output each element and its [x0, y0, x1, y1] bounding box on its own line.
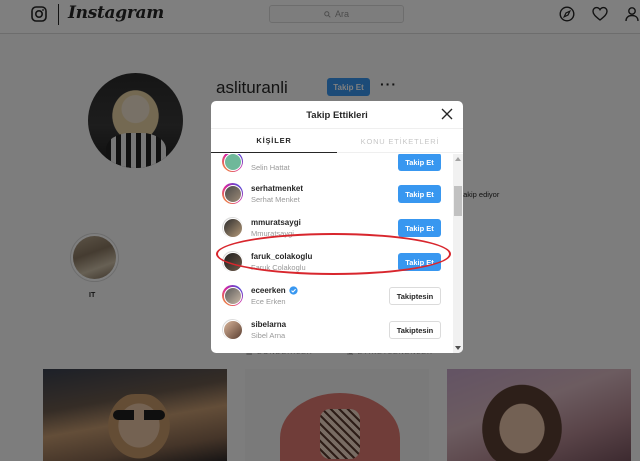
close-icon[interactable] [440, 107, 454, 121]
username-text[interactable]: sibelarna [251, 320, 286, 329]
avatar[interactable] [222, 217, 243, 238]
avatar[interactable] [222, 183, 243, 204]
account-username[interactable]: eceerken [251, 286, 298, 295]
list-item[interactable]: sibelarna Sibel Arna Takiptesin [211, 312, 451, 346]
account-username[interactable]: serhatmenket [251, 184, 303, 193]
scroll-up-arrow-icon[interactable] [455, 157, 461, 161]
username-text[interactable]: faruk_colakoglu [251, 252, 312, 261]
account-username[interactable]: mmuratsaygi [251, 218, 301, 227]
avatar[interactable] [222, 154, 243, 172]
avatar[interactable] [222, 285, 243, 306]
follow-button[interactable]: Takip Et [398, 253, 441, 271]
scrollbar-thumb[interactable] [454, 186, 462, 216]
account-full-name: Faruk Colakoglu [251, 263, 306, 272]
list-item[interactable]: mmuratsaygi Mmuratsaygi Takip Et [211, 210, 451, 244]
account-full-name: Sibel Arna [251, 331, 286, 340]
modal-title: Takip Ettikleri [306, 110, 368, 121]
avatar[interactable] [222, 319, 243, 340]
list-item[interactable]: eceerken Ece Erken Takiptesin [211, 278, 451, 312]
scroll-down-arrow-icon[interactable] [455, 346, 461, 350]
username-text[interactable]: mmuratsaygi [251, 218, 301, 227]
verified-badge-icon [289, 286, 298, 295]
account-full-name: Ece Erken [251, 297, 286, 306]
follow-button[interactable]: Takip Et [398, 219, 441, 237]
account-full-name: Mmuratsaygi [251, 229, 294, 238]
avatar[interactable] [222, 251, 243, 272]
account-full-name: Serhat Menket [251, 195, 300, 204]
following-list[interactable]: Selin Hattat Takip Et serhatmenket Serha… [211, 154, 463, 353]
tab-people[interactable]: KİŞİLER [211, 129, 337, 153]
following-button[interactable]: Takiptesin [389, 321, 441, 339]
list-scrollbar[interactable] [453, 154, 463, 353]
username-text[interactable]: eceerken [251, 286, 286, 295]
account-username[interactable]: sibelarna [251, 320, 286, 329]
modal-header: Takip Ettikleri [211, 101, 463, 129]
list-item[interactable]: serhatmenket Serhat Menket Takip Et [211, 176, 451, 210]
modal-tabs: KİŞİLER KONU ETİKETLERİ [211, 129, 463, 153]
tab-hashtags[interactable]: KONU ETİKETLERİ [337, 129, 463, 153]
list-item[interactable]: Selin Hattat Takip Et [211, 154, 451, 178]
follow-button[interactable]: Takip Et [398, 185, 441, 203]
list-item[interactable] [211, 346, 451, 353]
account-username[interactable]: faruk_colakoglu [251, 252, 312, 261]
follow-button[interactable]: Takip Et [398, 154, 441, 171]
list-item[interactable]: faruk_colakoglu Faruk Colakoglu Takip Et [211, 244, 451, 278]
following-button[interactable]: Takiptesin [389, 287, 441, 305]
account-full-name: Selin Hattat [251, 163, 290, 172]
username-text[interactable]: serhatmenket [251, 184, 303, 193]
following-modal: Takip Ettikleri KİŞİLER KONU ETİKETLERİ … [211, 101, 463, 353]
